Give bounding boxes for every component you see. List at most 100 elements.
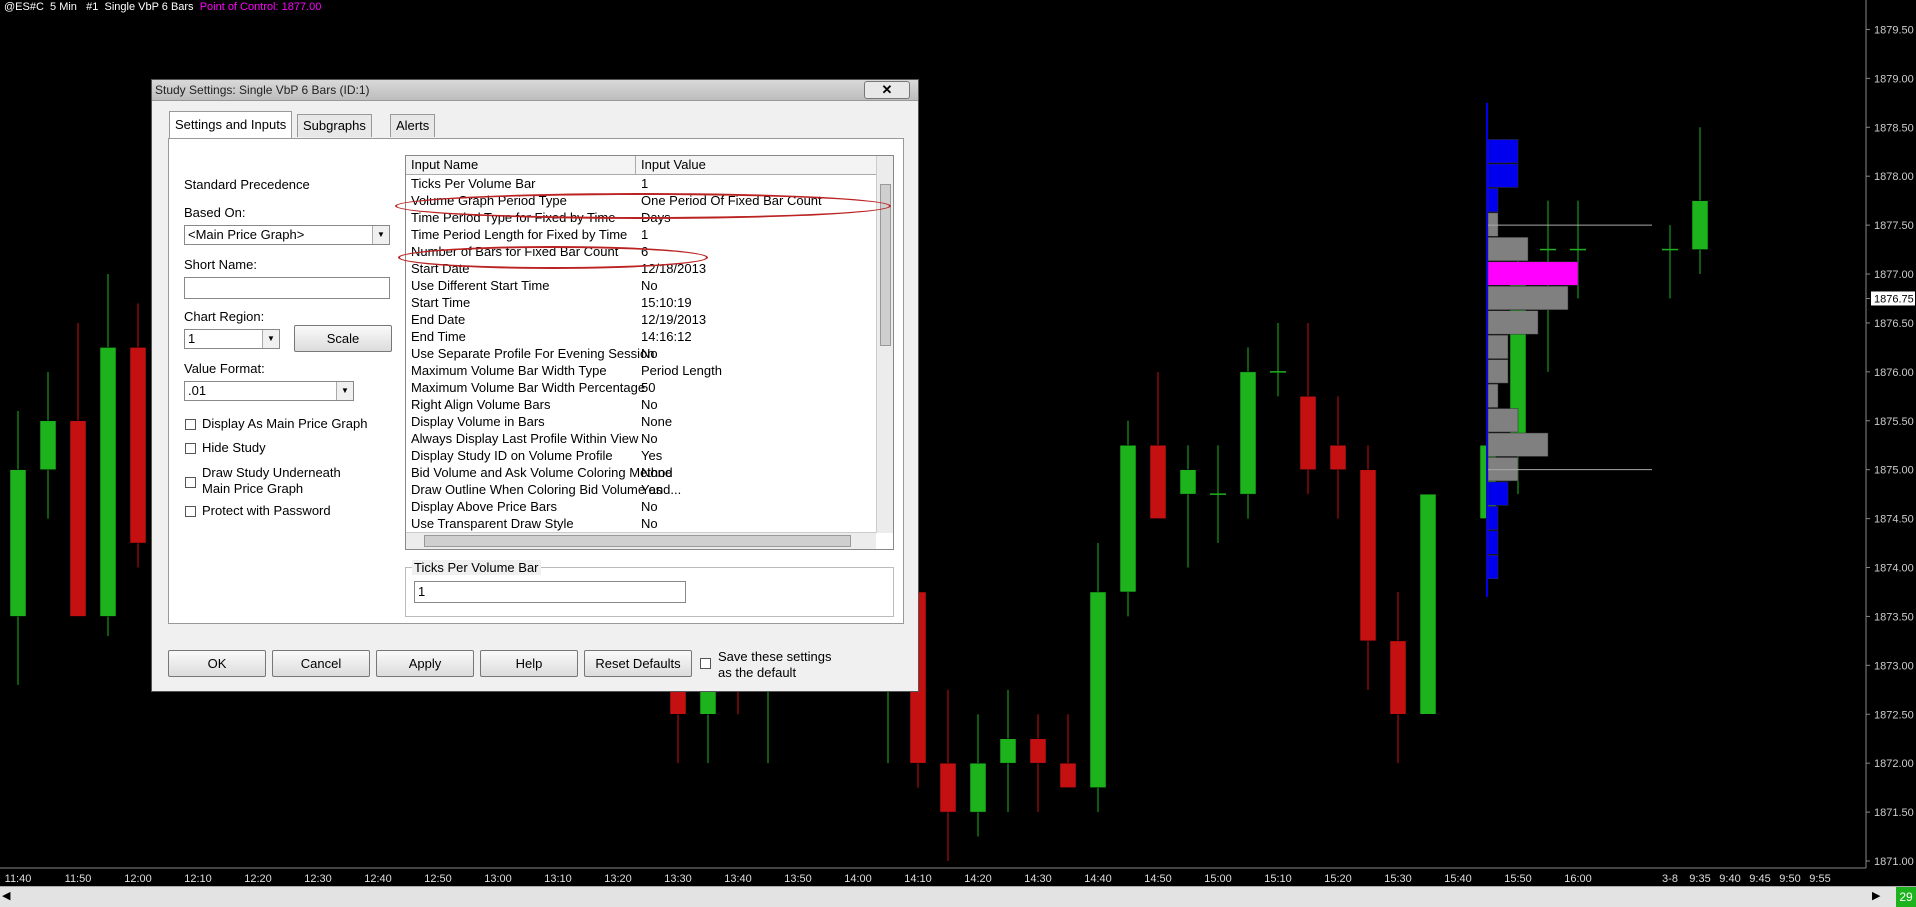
time-tick-label: 14:10 xyxy=(904,873,932,885)
close-button[interactable]: ✕ xyxy=(864,81,910,99)
value-format-value: .01 xyxy=(188,383,207,398)
tab-alerts[interactable]: Alerts xyxy=(390,114,436,137)
short-name-input[interactable] xyxy=(184,277,390,299)
help-button[interactable]: Help xyxy=(480,650,578,677)
price-tick-label: 1876.75 xyxy=(1874,293,1914,305)
volume-profile-bar xyxy=(1487,359,1509,384)
grid-row[interactable]: Use Separate Profile For Evening Session… xyxy=(406,345,876,362)
grid-row[interactable]: Ticks Per Volume Bar 1 xyxy=(406,175,876,192)
input-value-cell[interactable]: 1 xyxy=(641,175,648,192)
scale-button[interactable]: Scale xyxy=(294,325,392,352)
grid-horizontal-scrollbar[interactable] xyxy=(406,532,876,549)
display-main-label: Display As Main Price Graph xyxy=(202,416,368,431)
time-tick-label: 15:20 xyxy=(1324,873,1352,885)
grid-row[interactable]: Bid Volume and Ask Volume Coloring Metho… xyxy=(406,464,876,481)
candle-body xyxy=(1389,640,1407,715)
input-value-cell[interactable]: No xyxy=(641,396,658,413)
grid-row[interactable]: Maximum Volume Bar Width Type Period Leng… xyxy=(406,362,876,379)
chart-region-select[interactable]: 1 ▼ xyxy=(184,329,280,349)
price-tick-label: 1875.50 xyxy=(1874,416,1914,428)
grid-row[interactable]: Display Study ID on Volume Profile Yes xyxy=(406,447,876,464)
input-value-cell[interactable]: None xyxy=(641,464,672,481)
apply-button[interactable]: Apply xyxy=(376,650,474,677)
time-tick-label: 15:00 xyxy=(1204,873,1232,885)
point-of-control-text: Point of Control: 1877.00 xyxy=(199,1,322,13)
candle-body xyxy=(939,762,957,813)
input-value-cell[interactable]: Yes xyxy=(641,447,662,464)
input-value-cell[interactable]: Yes xyxy=(641,481,662,498)
volume-profile-bar xyxy=(1487,188,1499,213)
close-icon: ✕ xyxy=(881,82,893,97)
time-tick-label: 13:20 xyxy=(604,873,632,885)
grid-row[interactable]: Start Time 15:10:19 xyxy=(406,294,876,311)
time-tick-label: 12:30 xyxy=(304,873,332,885)
tab-settings-inputs[interactable]: Settings and Inputs xyxy=(169,111,293,138)
input-value-cell[interactable]: No xyxy=(641,498,658,515)
based-on-select[interactable]: <Main Price Graph> ▼ xyxy=(184,225,390,245)
save-default-checkbox[interactable] xyxy=(700,658,711,669)
price-tick-label: 1874.50 xyxy=(1874,514,1914,526)
grid-row[interactable]: Right Align Volume Bars No xyxy=(406,396,876,413)
input-value-cell[interactable]: 50 xyxy=(641,379,655,396)
price-tick-label: 1876.50 xyxy=(1874,318,1914,330)
dialog-title[interactable]: Study Settings: Single VbP 6 Bars (ID:1) xyxy=(152,80,918,101)
chart-region-value: 1 xyxy=(188,331,196,346)
volume-profile-bar xyxy=(1487,383,1499,408)
input-value-cell[interactable]: Period Length xyxy=(641,362,722,379)
display-main-checkbox[interactable] xyxy=(185,419,196,430)
grid-row[interactable]: Maximum Volume Bar Width Percentage 50 xyxy=(406,379,876,396)
scroll-left-icon[interactable]: ◀ xyxy=(2,889,10,902)
grid-vertical-scrollbar[interactable] xyxy=(876,156,893,533)
time-tick-label: 12:00 xyxy=(124,873,152,885)
grid-row[interactable]: Always Display Last Profile Within View N… xyxy=(406,430,876,447)
volume-profile-bar xyxy=(1487,334,1509,359)
reset-defaults-button[interactable]: Reset Defaults xyxy=(584,650,692,677)
price-tick-label: 1872.50 xyxy=(1874,709,1914,721)
time-tick-label: 12:20 xyxy=(244,873,272,885)
input-value-cell[interactable]: No xyxy=(641,515,658,532)
chart-header: @ES#C 5 Min #1 Single VbP 6 Bars Point o… xyxy=(4,1,321,13)
price-tick-label: 1872.00 xyxy=(1874,758,1914,770)
input-value-cell[interactable]: No xyxy=(641,277,658,294)
grid-row[interactable]: Display Volume in Bars None xyxy=(406,413,876,430)
time-tick-label: 13:10 xyxy=(544,873,572,885)
input-name-cell: Start Time xyxy=(411,295,471,310)
time-tick-label: 9:55 xyxy=(1809,873,1830,885)
input-value-cell[interactable]: 14:16:12 xyxy=(641,328,692,345)
time-tick-label: 3-8 xyxy=(1662,873,1678,885)
time-tick-label: 11:40 xyxy=(5,873,32,885)
tab-subgraphs[interactable]: Subgraphs xyxy=(297,114,372,137)
grid-row[interactable]: Time Period Length for Fixed by Time 1 xyxy=(406,226,876,243)
grid-row[interactable]: End Date 12/19/2013 xyxy=(406,311,876,328)
input-value-cell[interactable]: None xyxy=(641,413,672,430)
input-value-cell[interactable]: No xyxy=(641,345,658,362)
volume-profile-bar xyxy=(1487,506,1499,531)
ok-button[interactable]: OK xyxy=(168,650,266,677)
col-input-name: Input Name xyxy=(411,157,479,172)
draw-underneath-checkbox[interactable] xyxy=(185,477,196,488)
scrollbar-thumb[interactable] xyxy=(424,535,851,547)
based-on-value: <Main Price Graph> xyxy=(188,227,305,242)
input-value-cell[interactable]: 15:10:19 xyxy=(641,294,692,311)
value-format-select[interactable]: .01 ▼ xyxy=(184,381,354,401)
status-bar: ◀ ▶ 29 xyxy=(0,886,1916,907)
grid-row[interactable]: End Time 14:16:12 xyxy=(406,328,876,345)
grid-row[interactable]: Use Different Start Time No xyxy=(406,277,876,294)
cancel-button[interactable]: Cancel xyxy=(272,650,370,677)
short-name-label: Short Name: xyxy=(184,257,257,272)
grid-row[interactable]: Use Transparent Draw Style No xyxy=(406,515,876,532)
grid-row[interactable]: Display Above Price Bars No xyxy=(406,498,876,515)
scroll-right-icon[interactable]: ▶ xyxy=(1872,889,1880,902)
grid-row[interactable]: Draw Outline When Coloring Bid Volume an… xyxy=(406,481,876,498)
selected-input-value[interactable]: 1 xyxy=(414,581,686,603)
hide-study-checkbox[interactable] xyxy=(185,443,196,454)
time-tick-label: 13:50 xyxy=(784,873,812,885)
input-value-cell[interactable]: 12/19/2013 xyxy=(641,311,706,328)
time-tick-label: 13:40 xyxy=(724,873,752,885)
time-tick-label: 9:50 xyxy=(1779,873,1800,885)
input-value-cell[interactable]: No xyxy=(641,430,658,447)
time-tick-label: 14:50 xyxy=(1144,873,1172,885)
candle-body xyxy=(1179,469,1197,495)
input-value-cell[interactable]: 1 xyxy=(641,226,648,243)
protect-password-checkbox[interactable] xyxy=(185,506,196,517)
